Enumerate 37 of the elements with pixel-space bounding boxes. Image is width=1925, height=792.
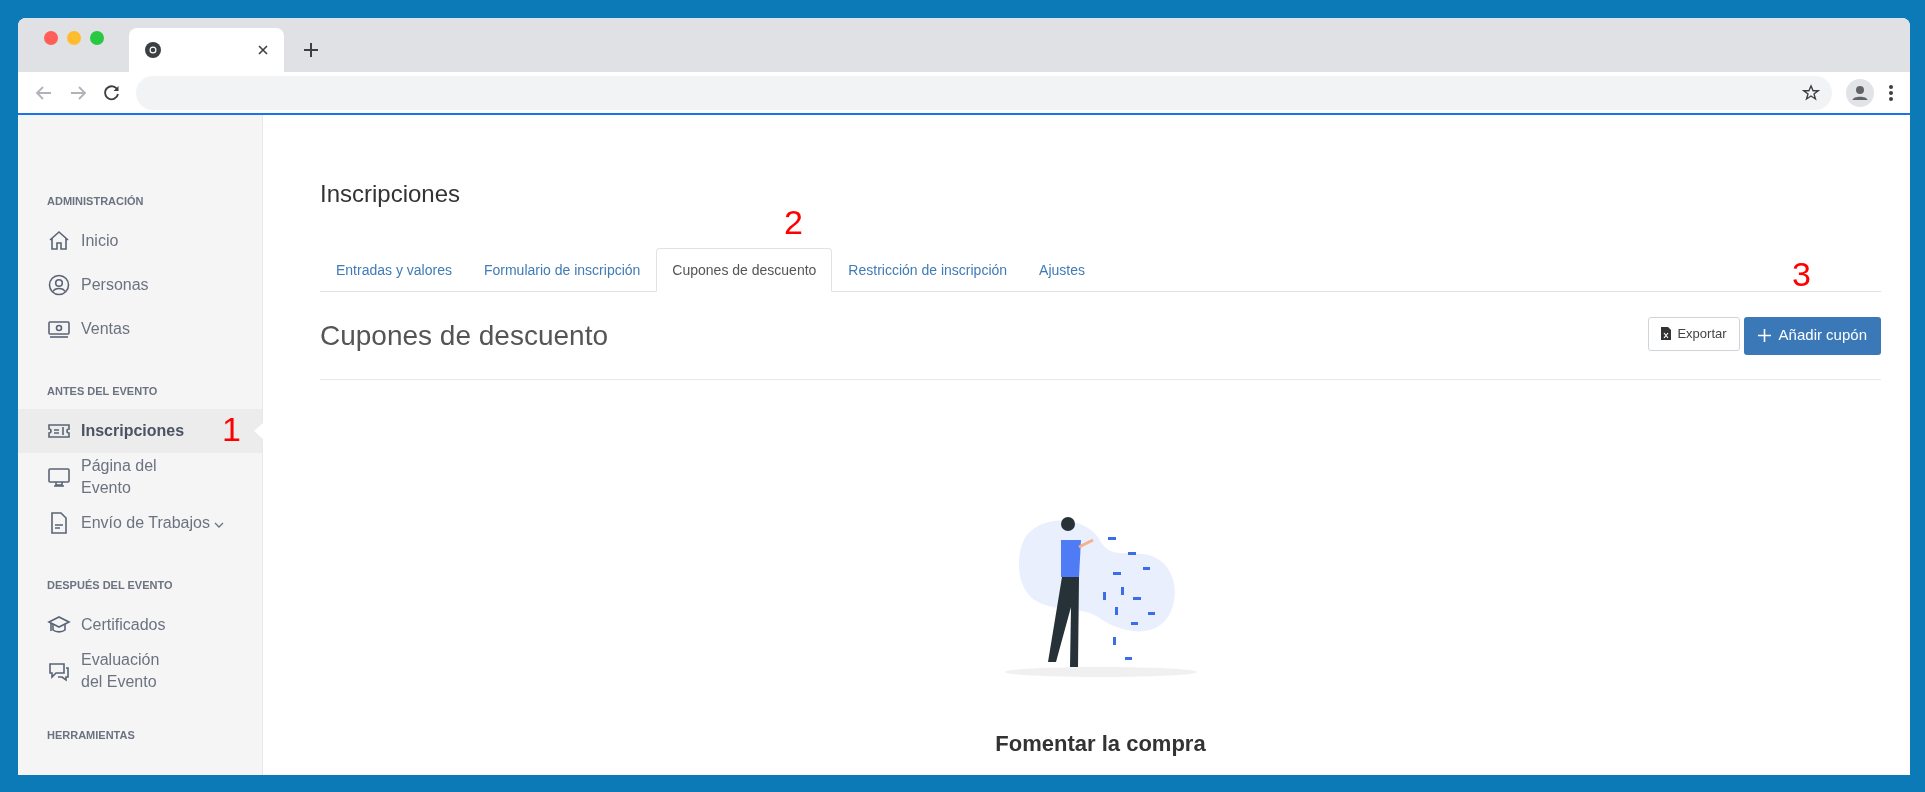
star-icon[interactable] <box>1802 83 1820 102</box>
user-circle-icon <box>47 273 71 297</box>
sidebar-item[interactable]: Página del Evento <box>18 453 262 501</box>
profile-icon[interactable] <box>1846 78 1874 107</box>
add-coupon-button[interactable]: Añadir cupón <box>1743 316 1881 355</box>
plus-icon <box>1757 329 1771 342</box>
tab[interactable]: Restricción de inscripción <box>832 248 1024 292</box>
page-title: Inscripciones <box>320 179 462 209</box>
menu-icon[interactable] <box>1888 83 1894 102</box>
section-heading: ADMINISTRACIÓN <box>46 193 145 209</box>
tab[interactable]: Ajustes <box>1023 248 1101 292</box>
section-heading: DESPUÉS DEL EVENTO <box>46 577 174 593</box>
chevron-down-icon <box>213 522 224 528</box>
reload-icon[interactable] <box>102 82 122 103</box>
sidebar-item[interactable]: Personas <box>18 263 262 307</box>
new-tab-icon[interactable] <box>303 42 319 58</box>
home-icon <box>47 229 71 253</box>
tab[interactable]: Entradas y valores <box>320 248 468 292</box>
sidebar-item[interactable]: Certificados <box>18 603 262 647</box>
browser-tab[interactable] <box>129 28 284 72</box>
section-heading: ANTES DEL EVENTO <box>46 383 159 399</box>
export-button[interactable]: Exportar <box>1648 316 1740 351</box>
sidebar-item[interactable]: Evaluación del Evento <box>18 647 262 695</box>
sidebar-item[interactable]: Inicio <box>18 219 262 263</box>
tab[interactable]: Cupones de descuento <box>656 248 833 292</box>
sidebar-item[interactable]: Ventas <box>18 307 262 351</box>
annotation-number: 2 <box>784 203 803 241</box>
section-heading: HERRAMIENTAS <box>46 727 136 743</box>
tab[interactable]: Formulario de inscripción <box>467 248 657 292</box>
spreadsheet-file-icon <box>1661 327 1672 340</box>
empty-state-title: Fomentar la compra <box>995 730 1206 758</box>
section-title: Cupones de descuento <box>320 318 608 353</box>
sidebar-item[interactable]: Envío de Trabajos <box>18 501 262 545</box>
annotation-number: 1 <box>222 410 241 448</box>
close-icon[interactable] <box>257 44 269 56</box>
annotation-number: 3 <box>1792 255 1811 293</box>
monitor-icon <box>47 465 71 489</box>
